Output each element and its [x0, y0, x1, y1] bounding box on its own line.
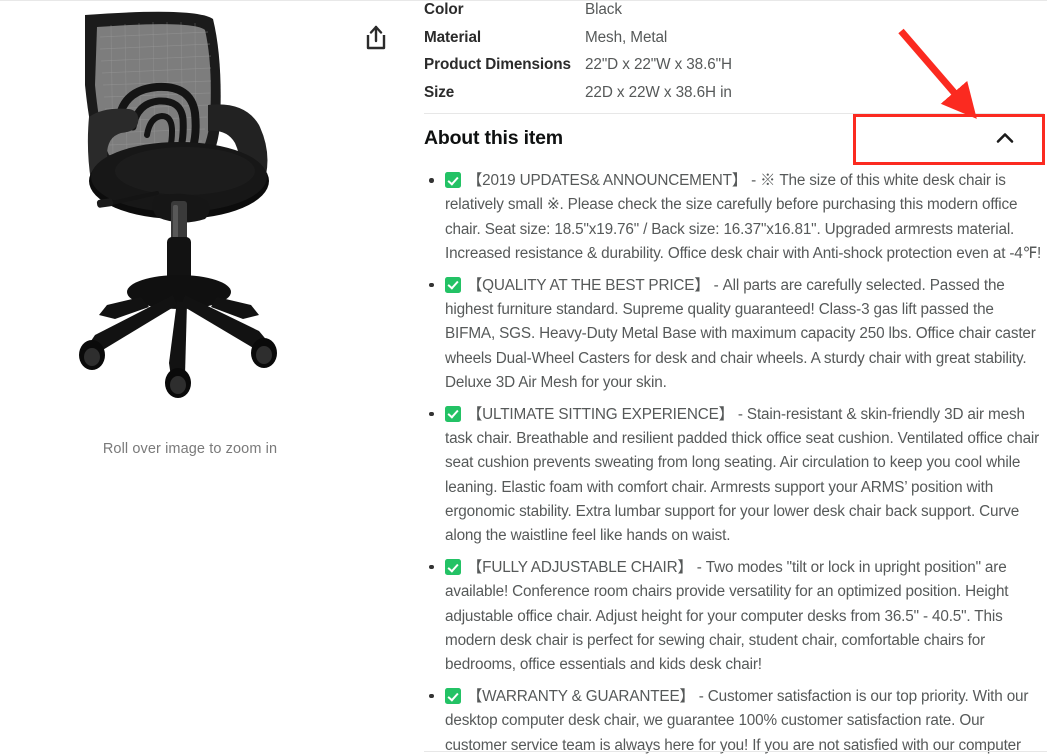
green-check-icon: [445, 687, 461, 704]
spec-label: Color: [424, 1, 464, 18]
green-check-icon: [445, 172, 461, 188]
office-chair-illustration: [45, 5, 335, 439]
product-detail-page: Roll over image to zoom in Color Black M…: [0, 0, 1047, 756]
collapse-section-button[interactable]: [856, 114, 1047, 165]
about-this-item-list: 【2019 UPDATES& ANNOUNCEMENT】 - ※ The siz…: [424, 169, 1047, 756]
table-row: Size 22D x 22W x 38.6H in: [424, 84, 1024, 112]
product-gallery: Roll over image to zoom in: [0, 1, 420, 756]
feature-title: 【FULLY ADJUSTABLE CHAIR】: [467, 558, 693, 576]
spec-value: 22D x 22W x 38.6H in: [585, 83, 732, 101]
spec-label: Size: [424, 83, 455, 101]
spec-label: Product Dimensions: [424, 56, 571, 73]
table-row: Material Mesh, Metal: [424, 29, 1024, 57]
feature-body: - Stain-resistant & skin-friendly 3D air…: [445, 405, 1040, 545]
about-this-item-header: About this item: [424, 127, 1047, 161]
spec-value: Mesh, Metal: [585, 28, 668, 46]
table-row: Color Black: [424, 1, 1024, 29]
chevron-up-icon: [995, 130, 1015, 146]
list-item: 【WARRANTY & GUARANTEE】 - Customer satisf…: [424, 685, 1047, 756]
list-item: 【FULLY ADJUSTABLE CHAIR】 - Two modes "ti…: [424, 556, 1047, 677]
page-title: About this item: [424, 127, 563, 149]
list-item: 【2019 UPDATES& ANNOUNCEMENT】 - ※ The siz…: [424, 169, 1047, 266]
bullet-dot: [429, 411, 434, 417]
spec-value: Black: [585, 1, 622, 18]
feature-title: 【2019 UPDATES& ANNOUNCEMENT】: [467, 172, 747, 189]
feature-title: 【QUALITY AT THE BEST PRICE】: [467, 276, 710, 294]
green-check-icon: [445, 405, 461, 422]
feature-title: 【ULTIMATE SITTING EXPERIENCE】: [467, 405, 734, 423]
feature-body: - Two modes "tilt or lock in upright pos…: [445, 558, 1009, 674]
green-check-icon: [445, 558, 461, 575]
table-row: Product Dimensions 22"D x 22"W x 38.6"H: [424, 56, 1024, 84]
bullet-dot: [429, 178, 434, 183]
section-divider: [424, 751, 1047, 752]
bullet-dot: [429, 282, 434, 288]
feature-title: 【WARRANTY & GUARANTEE】: [467, 687, 695, 705]
share-icon[interactable]: [363, 23, 389, 53]
list-item: 【ULTIMATE SITTING EXPERIENCE】 - Stain-re…: [424, 403, 1047, 549]
list-item: 【QUALITY AT THE BEST PRICE】 - All parts …: [424, 274, 1047, 395]
product-specs-table: Color Black Material Mesh, Metal Product…: [424, 1, 1024, 111]
zoom-hint-text: Roll over image to zoom in: [102, 441, 278, 457]
spec-label: Material: [424, 28, 482, 46]
spec-value: 22"D x 22"W x 38.6"H: [585, 56, 732, 73]
green-check-icon: [445, 276, 461, 293]
bullet-dot: [429, 693, 434, 699]
product-details-column: Color Black Material Mesh, Metal Product…: [420, 1, 1047, 756]
bullet-dot: [429, 564, 434, 570]
product-image[interactable]: [45, 5, 335, 439]
